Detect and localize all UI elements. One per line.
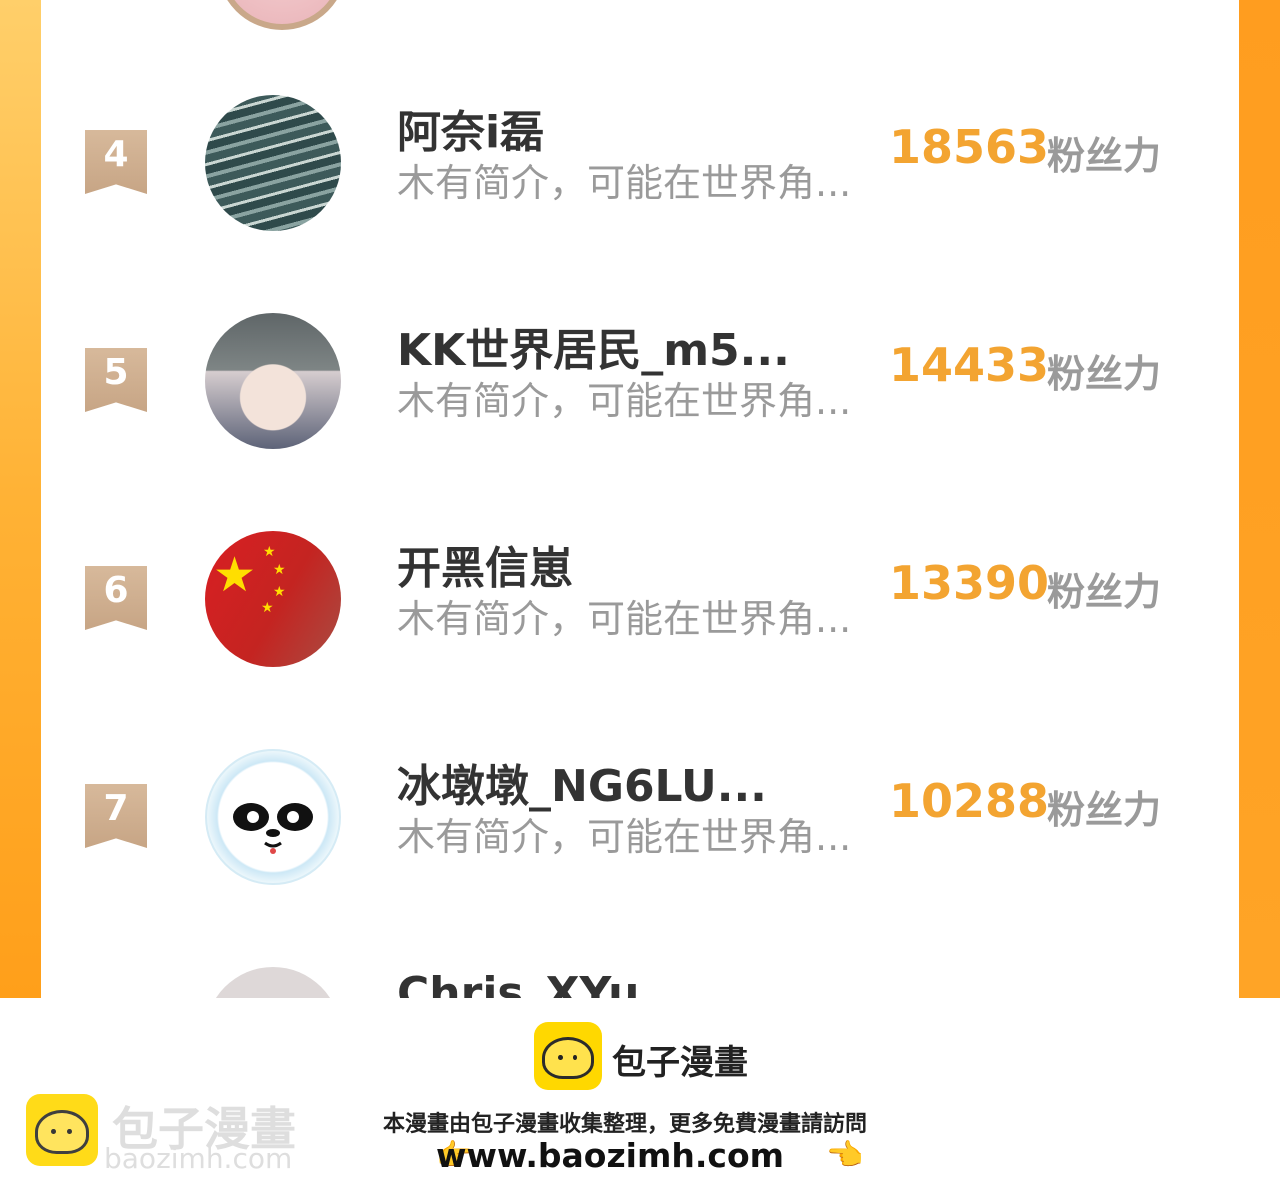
avatar[interactable] xyxy=(205,313,341,449)
star-icon: ★ xyxy=(263,544,276,560)
ranking-row[interactable]: Chris_XYu xyxy=(41,952,1239,998)
user-name[interactable]: Chris_XYu xyxy=(397,968,640,998)
avatar[interactable] xyxy=(205,967,341,998)
ranking-row[interactable]: 4 阿奈i磊 木有简介，可能在世界角... 18563 粉丝力 xyxy=(41,80,1239,240)
fan-power-score: 13390 xyxy=(889,556,1050,610)
right-orange-border xyxy=(1239,0,1280,998)
avatar[interactable] xyxy=(217,0,347,30)
user-name[interactable]: 冰墩墩_NG6LU... xyxy=(397,750,767,814)
avatar[interactable] xyxy=(205,95,341,231)
user-bio: 木有简介，可能在世界角... xyxy=(397,161,852,205)
fan-power-score: 18563 xyxy=(889,120,1050,174)
user-name[interactable]: KK世界居民_m5... xyxy=(397,314,790,378)
avatar[interactable] xyxy=(205,749,341,885)
star-icon: ★ xyxy=(273,584,286,600)
fan-power-label: 粉丝力 xyxy=(1047,134,1162,178)
fan-power-label: 粉丝力 xyxy=(1047,788,1162,832)
user-bio: 木有简介，可能在世界角... xyxy=(397,597,852,641)
fan-power-score: 10288 xyxy=(889,774,1050,828)
baozi-logo-icon xyxy=(534,1022,602,1090)
fan-power-label: 粉丝力 xyxy=(1047,570,1162,614)
rank-badge: 4 xyxy=(85,130,147,194)
rank-badge: 6 xyxy=(85,566,147,630)
footer-banner: 包子漫畫 本漫畫由包子漫畫收集整理，更多免費漫畫請訪問 👉 www.baozim… xyxy=(0,998,1280,1199)
rank-badge: 7 xyxy=(85,784,147,848)
ranking-row[interactable]: 5 KK世界居民_m5... 木有简介，可能在世界角... 14433 粉丝力 xyxy=(41,298,1239,458)
watermark-url: baozimh.com xyxy=(104,1142,293,1175)
left-orange-border xyxy=(0,0,41,998)
user-bio: 木有简介，可能在世界角... xyxy=(397,379,852,423)
brand-name: 包子漫畫 xyxy=(612,1043,748,1083)
site-url[interactable]: www.baozimh.com xyxy=(436,1136,784,1175)
watermark-logo-icon xyxy=(26,1094,98,1166)
panda-icon xyxy=(233,803,313,854)
star-icon: ★ xyxy=(213,547,257,603)
avatar[interactable]: ★ ★ ★ ★ ★ xyxy=(205,531,341,667)
ranking-row[interactable]: 7 冰墩墩_NG6LU... 木有简介，可能在世界角... 10288 粉丝力 xyxy=(41,734,1239,894)
star-icon: ★ xyxy=(273,562,286,578)
ranking-row[interactable]: 6 ★ ★ ★ ★ ★ 开黑信崽 木有简介，可能在世界角... 13390 粉丝… xyxy=(41,516,1239,676)
user-bio: 木有简介，可能在世界角... xyxy=(397,815,852,859)
footer-notice: 本漫畫由包子漫畫收集整理，更多免費漫畫請訪問 xyxy=(383,1112,868,1137)
fan-power-score: 14433 xyxy=(889,338,1050,392)
user-name[interactable]: 开黑信崽 xyxy=(397,532,573,596)
fan-power-label: 粉丝力 xyxy=(1047,352,1162,396)
star-icon: ★ xyxy=(261,600,274,616)
rank-badge: 5 xyxy=(85,348,147,412)
fan-ranking-panel: 4 阿奈i磊 木有简介，可能在世界角... 18563 粉丝力 5 KK世界居民… xyxy=(41,0,1239,998)
hand-pointing-left-icon: 👈 xyxy=(826,1138,864,1173)
user-name[interactable]: 阿奈i磊 xyxy=(397,96,544,160)
